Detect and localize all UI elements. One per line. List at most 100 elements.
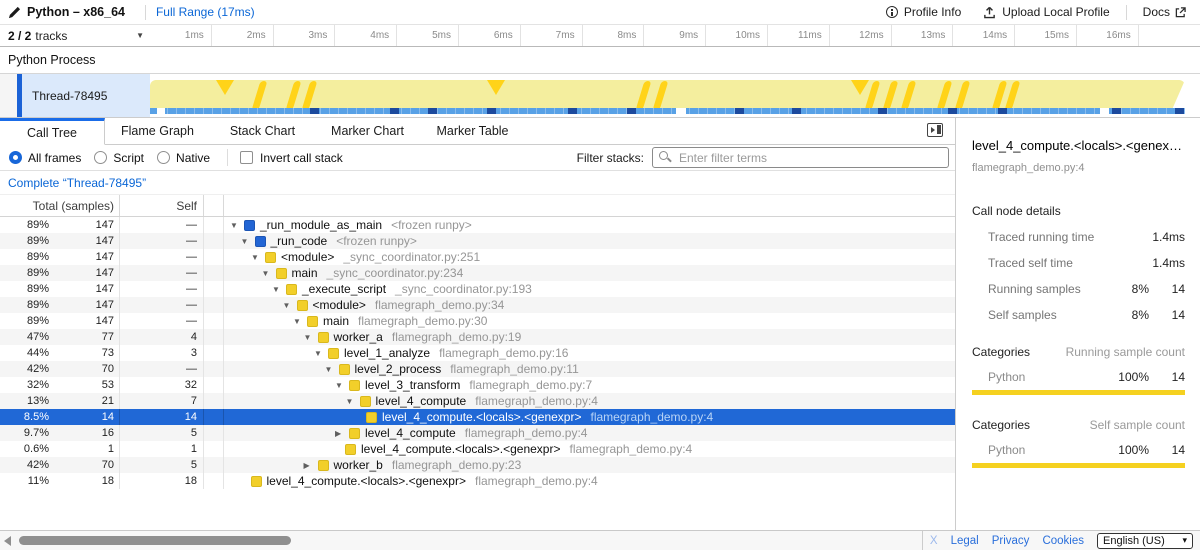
footer-link-cookies[interactable]: Cookies xyxy=(1042,535,1084,547)
total-samples-cell: 70 xyxy=(52,457,120,473)
upload-profile-button[interactable]: Upload Local Profile xyxy=(983,5,1109,19)
full-range-button[interactable]: Full Range (17ms) xyxy=(156,5,255,19)
column-self[interactable]: Self xyxy=(120,195,204,216)
collapse-arrow-icon[interactable]: ▼ xyxy=(293,317,307,326)
marker-slash-icon xyxy=(883,81,899,110)
filter-stacks-input[interactable] xyxy=(652,147,949,168)
collapse-arrow-icon[interactable]: ▼ xyxy=(241,237,255,246)
table-row[interactable]: 89%147—▼<module>flamegraph_demo.py:34 xyxy=(0,297,955,313)
collapse-arrow-icon[interactable]: ▼ xyxy=(262,269,276,278)
collapse-arrow-icon[interactable]: ▼ xyxy=(304,333,318,342)
table-row[interactable]: 47%774▼worker_aflamegraph_demo.py:19 xyxy=(0,329,955,345)
call-tree-rows: 89%147—▼_run_module_as_main<frozen runpy… xyxy=(0,217,955,489)
scroll-left-arrow-icon[interactable] xyxy=(4,536,11,546)
radio-script[interactable]: Script xyxy=(94,151,144,165)
table-row[interactable]: 9.7%165▶level_4_computeflamegraph_demo.p… xyxy=(0,425,955,441)
table-row[interactable]: 11%1818level_4_compute.<locals>.<genexpr… xyxy=(0,473,955,489)
total-percent-cell: 0.6% xyxy=(0,443,52,455)
total-samples-cell: 16 xyxy=(52,425,120,441)
sample-dark-segment xyxy=(428,108,437,114)
table-row[interactable]: 32%5332▼level_3_transformflamegraph_demo… xyxy=(0,377,955,393)
total-samples-cell: 147 xyxy=(52,217,120,233)
horizontal-scrollbar-thumb[interactable] xyxy=(19,536,291,545)
collapse-arrow-icon[interactable]: ▼ xyxy=(314,349,328,358)
table-row[interactable]: 89%147—▼<module>_sync_coordinator.py:251 xyxy=(0,249,955,265)
column-total[interactable]: Total (samples) xyxy=(0,195,120,216)
tracks-dropdown[interactable]: 2 / 2 tracks ▼ xyxy=(0,25,150,46)
python-frame-icon xyxy=(328,348,339,359)
expand-arrow-icon[interactable]: ▶ xyxy=(304,461,318,470)
collapse-arrow-icon[interactable]: ▼ xyxy=(272,285,286,294)
total-samples-cell: 53 xyxy=(52,377,120,393)
upload-icon xyxy=(983,6,996,19)
invert-call-stack-label: Invert call stack xyxy=(260,151,343,165)
table-row[interactable]: 42%705▶worker_bflamegraph_demo.py:23 xyxy=(0,457,955,473)
table-row[interactable]: 89%147—▼_execute_script_sync_coordinator… xyxy=(0,281,955,297)
profile-info-button[interactable]: Profile Info xyxy=(886,5,961,19)
complete-thread-link[interactable]: Complete “Thread-78495” xyxy=(8,176,146,190)
collapse-arrow-icon[interactable]: ▼ xyxy=(335,381,349,390)
table-row[interactable]: 89%147—▼mainflamegraph_demo.py:30 xyxy=(0,313,955,329)
expand-arrow-icon[interactable]: ▶ xyxy=(335,429,349,438)
detail-label: Self samples xyxy=(988,308,1109,322)
tab-flame-graph[interactable]: Flame Graph xyxy=(105,118,210,145)
frame-name: level_4_compute xyxy=(376,394,467,408)
footer-link-legal[interactable]: Legal xyxy=(951,535,979,547)
marker-slash-icon xyxy=(653,81,669,110)
table-row[interactable]: 8.5%1414level_4_compute.<locals>.<genexp… xyxy=(0,409,955,425)
marker-slash-icon xyxy=(901,81,917,110)
docs-link[interactable]: Docs xyxy=(1143,5,1192,19)
collapse-arrow-icon[interactable]: ▼ xyxy=(325,365,339,374)
tab-stack-chart[interactable]: Stack Chart xyxy=(210,118,315,145)
table-row[interactable]: 89%147—▼main_sync_coordinator.py:234 xyxy=(0,265,955,281)
sidebar-toggle-icon[interactable] xyxy=(927,123,943,137)
thread-track-label[interactable]: Thread-78495 xyxy=(0,74,150,117)
edit-profile-name-icon[interactable] xyxy=(8,6,21,19)
collapse-arrow-icon[interactable]: ▼ xyxy=(251,253,265,262)
radio-native[interactable]: Native xyxy=(157,151,210,165)
total-samples-cell: 147 xyxy=(52,265,120,281)
frame-name: _run_module_as_main xyxy=(260,218,382,232)
category-bar xyxy=(972,463,1185,468)
tab-marker-chart[interactable]: Marker Chart xyxy=(315,118,420,145)
row-spacer-cell xyxy=(204,265,224,281)
frame-cell: ▼level_4_computeflamegraph_demo.py:4 xyxy=(224,393,955,409)
time-tick: 4ms xyxy=(335,25,397,46)
marker-triangle-icon xyxy=(216,80,234,95)
total-percent-cell: 44% xyxy=(0,347,52,359)
collapse-arrow-icon[interactable]: ▼ xyxy=(346,397,360,406)
total-percent-cell: 11% xyxy=(0,475,52,487)
self-samples-cell: 32 xyxy=(120,377,204,393)
table-row[interactable]: 44%733▼level_1_analyzeflamegraph_demo.py… xyxy=(0,345,955,361)
sample-dark-segment xyxy=(1175,108,1184,114)
process-track-header[interactable]: Python Process xyxy=(0,47,1200,74)
total-samples-cell: 70 xyxy=(52,361,120,377)
python-frame-icon xyxy=(318,332,329,343)
invert-call-stack-checkbox[interactable] xyxy=(240,151,253,164)
sample-dark-segment xyxy=(948,108,957,114)
self-samples-cell: 5 xyxy=(120,457,204,473)
thread-activity-graph[interactable] xyxy=(150,74,1200,117)
search-icon xyxy=(659,151,668,160)
table-row[interactable]: 89%147—▼_run_code<frozen runpy> xyxy=(0,233,955,249)
tab-marker-table[interactable]: Marker Table xyxy=(420,118,525,145)
frame-name: level_3_transform xyxy=(365,378,460,392)
radio-all-frames[interactable]: All frames xyxy=(9,151,81,165)
collapse-arrow-icon[interactable]: ▼ xyxy=(230,221,244,230)
frame-name: main xyxy=(323,314,349,328)
table-row[interactable]: 13%217▼level_4_computeflamegraph_demo.py… xyxy=(0,393,955,409)
python-frame-icon xyxy=(297,300,308,311)
table-row[interactable]: 42%70—▼level_2_processflamegraph_demo.py… xyxy=(0,361,955,377)
footer-link-privacy[interactable]: Privacy xyxy=(992,535,1030,547)
tab-call-tree[interactable]: Call Tree xyxy=(0,118,105,145)
row-spacer-cell xyxy=(204,249,224,265)
row-spacer-cell xyxy=(204,345,224,361)
collapse-arrow-icon[interactable]: ▼ xyxy=(283,301,297,310)
table-row[interactable]: 0.6%11level_4_compute.<locals>.<genexpr>… xyxy=(0,441,955,457)
footer-link-x[interactable]: X xyxy=(930,535,938,547)
total-percent-cell: 8.5% xyxy=(0,411,52,423)
table-row[interactable]: 89%147—▼_run_module_as_main<frozen runpy… xyxy=(0,217,955,233)
frame-name: _execute_script xyxy=(302,282,386,296)
language-select[interactable]: English (US)▾ xyxy=(1097,533,1193,549)
frame-file: flamegraph_demo.py:11 xyxy=(450,362,579,376)
